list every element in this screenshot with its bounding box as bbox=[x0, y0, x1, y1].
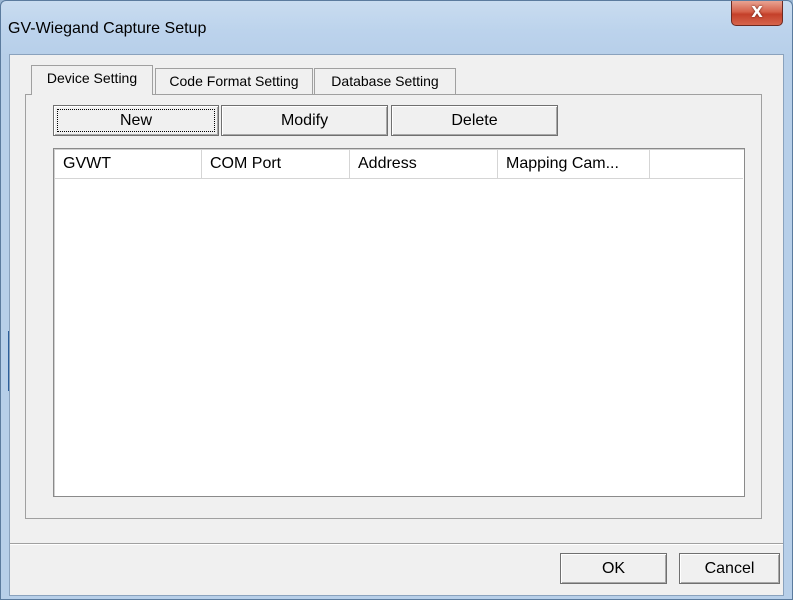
tab-device-setting[interactable]: Device Setting bbox=[31, 65, 153, 95]
column-header-com-port[interactable]: COM Port bbox=[202, 150, 350, 178]
tab-code-format-setting[interactable]: Code Format Setting bbox=[155, 68, 313, 94]
delete-button[interactable]: Delete bbox=[391, 105, 558, 136]
close-button[interactable]: X bbox=[731, 1, 783, 26]
close-icon: X bbox=[751, 3, 763, 21]
column-header-gvwt[interactable]: GVWT bbox=[55, 150, 202, 178]
tab-database-setting[interactable]: Database Setting bbox=[314, 68, 456, 94]
device-list[interactable]: GVWT COM Port Address Mapping Cam... bbox=[53, 148, 745, 497]
window-title: GV-Wiegand Capture Setup bbox=[8, 20, 207, 37]
ok-button[interactable]: OK bbox=[560, 553, 667, 584]
device-list-header: GVWT COM Port Address Mapping Cam... bbox=[55, 150, 743, 179]
new-button[interactable]: New bbox=[53, 105, 219, 136]
modify-button[interactable]: Modify bbox=[221, 105, 388, 136]
column-header-address[interactable]: Address bbox=[350, 150, 498, 178]
footer-separator bbox=[10, 543, 783, 545]
dialog-window: GV-Wiegand Capture Setup X OK Cancel Dev… bbox=[0, 0, 793, 600]
cancel-button[interactable]: Cancel bbox=[679, 553, 780, 584]
column-header-mapping-camera[interactable]: Mapping Cam... bbox=[498, 150, 650, 178]
